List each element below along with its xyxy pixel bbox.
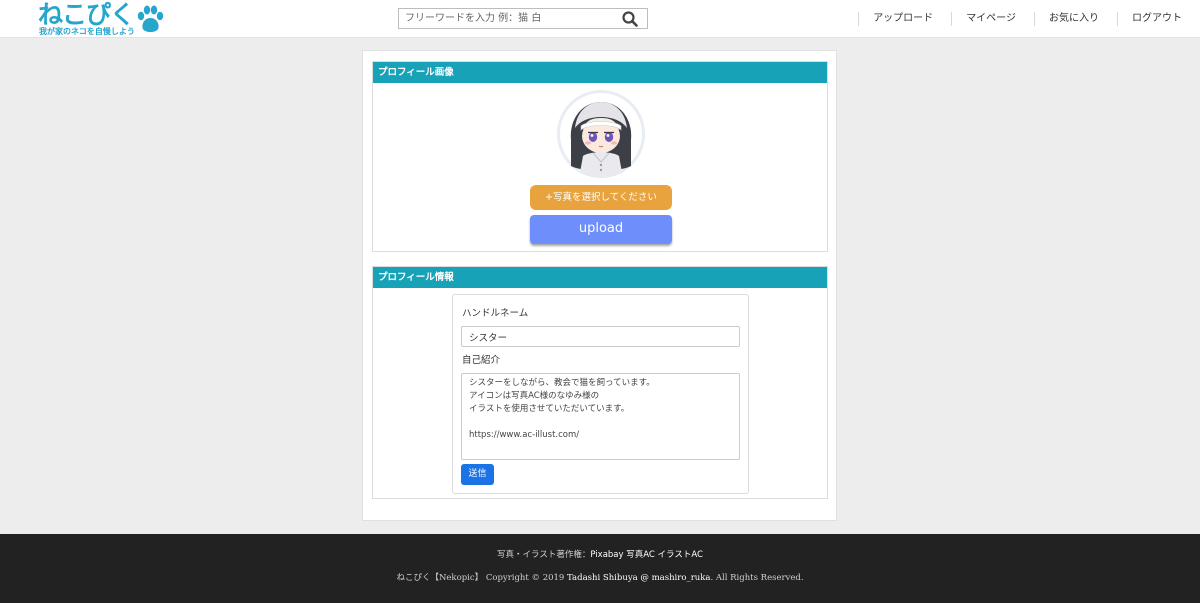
profile-info-panel: プロフィール情報 ハンドルネーム 自己紹介 シスターをしながら、教会で猫を飼って… bbox=[372, 266, 828, 499]
nav-logout[interactable]: ログアウト bbox=[1117, 12, 1200, 26]
logo-tagline: 我が家のネコを自慢しよう bbox=[39, 27, 135, 36]
profile-edit-card: プロフィール画像 +写真を選択してください upload プロフィール情報 ハン… bbox=[362, 50, 837, 521]
footer-copyright: ねこぴく【Nekopic】 Copyright © 2019 Tadashi S… bbox=[0, 571, 1200, 583]
nun-avatar-illustration bbox=[557, 90, 645, 178]
logo-text: ねこぴく bbox=[38, 0, 135, 29]
upload-button[interactable]: upload bbox=[530, 215, 672, 244]
main-nav: アップロード マイページ お気に入り ログアウト bbox=[858, 0, 1200, 38]
profile-info-title: プロフィール情報 bbox=[373, 267, 827, 288]
footer-credit-sites: Pixabay 写真AC イラストAC bbox=[590, 550, 703, 560]
footer-credits: 写真・イラスト著作権：Pixabay 写真AC イラストAC bbox=[0, 548, 1200, 560]
footer-credit-label: 写真・イラスト著作権： bbox=[497, 550, 591, 560]
nav-upload[interactable]: アップロード bbox=[858, 12, 951, 26]
search-box bbox=[398, 8, 648, 29]
search-input[interactable] bbox=[399, 9, 617, 28]
footer-copyright-author: Tadashi Shibuya @ mashiro_ruka bbox=[567, 573, 711, 583]
site-logo[interactable]: ねこぴく 我が家のネコを自慢しよう bbox=[38, 0, 168, 36]
handle-name-input[interactable] bbox=[461, 326, 740, 347]
site-header: ねこぴく 我が家のネコを自慢しよう アップロード マイページ お気に入り ログア… bbox=[0, 0, 1200, 38]
profile-image-panel: プロフィール画像 +写真を選択してください upload bbox=[372, 61, 828, 252]
site-footer: 写真・イラスト著作権：Pixabay 写真AC イラストAC ねこぴく【Neko… bbox=[0, 534, 1200, 603]
search-icon[interactable] bbox=[621, 10, 639, 28]
profile-form: ハンドルネーム 自己紹介 シスターをしながら、教会で猫を飼っています。 アイコン… bbox=[452, 294, 749, 494]
handle-name-label: ハンドルネーム bbox=[462, 308, 529, 319]
paw-icon bbox=[137, 5, 164, 32]
profile-image-title: プロフィール画像 bbox=[373, 62, 827, 83]
nav-favorites[interactable]: お気に入り bbox=[1034, 12, 1117, 26]
select-photo-button[interactable]: +写真を選択してください bbox=[530, 185, 672, 210]
footer-copyright-suffix: . All Rights Reserved. bbox=[710, 573, 804, 583]
bio-textarea[interactable]: シスターをしながら、教会で猫を飼っています。 アイコンは写真AC様のなゆみ様の … bbox=[461, 373, 740, 460]
submit-button[interactable]: 送信 bbox=[461, 464, 494, 485]
bio-label: 自己紹介 bbox=[462, 355, 501, 366]
avatar bbox=[557, 90, 645, 178]
nav-mypage[interactable]: マイページ bbox=[951, 12, 1034, 26]
footer-copyright-prefix: ねこぴく【Nekopic】 Copyright © 2019 bbox=[396, 573, 568, 583]
